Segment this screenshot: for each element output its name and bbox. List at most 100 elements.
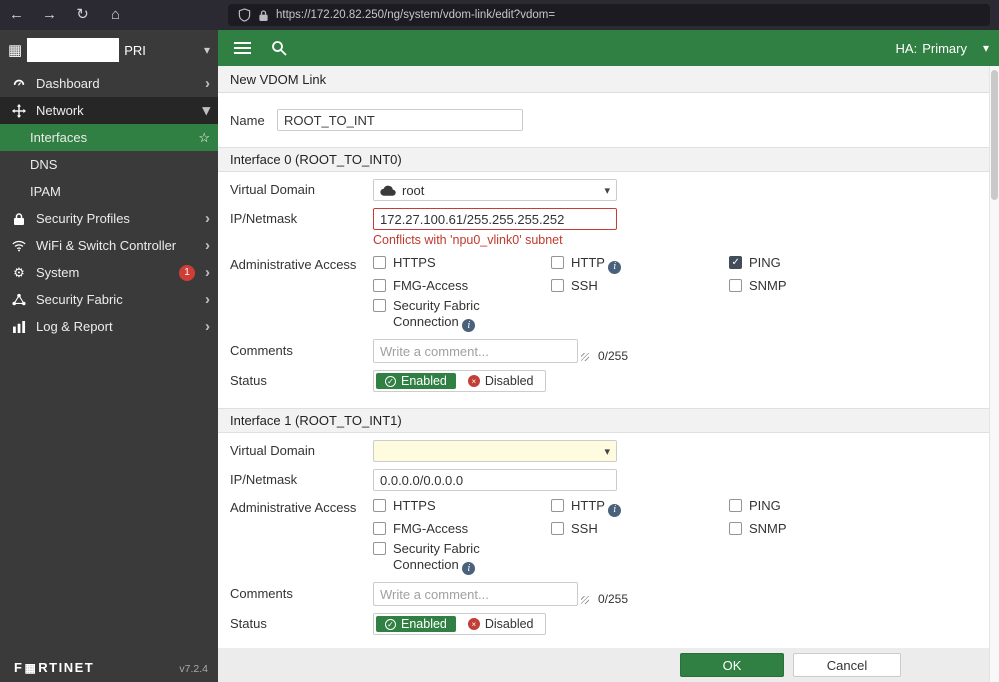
https-checkbox[interactable]	[373, 256, 386, 269]
chevron-right-icon: ›	[205, 210, 210, 227]
home-icon[interactable]: ⌂	[99, 0, 132, 30]
comments-row-1: Comments 0/255	[230, 582, 989, 606]
main-content: New VDOM Link Name Interface 0 (ROOT_TO_…	[218, 66, 989, 682]
fmg-checkbox[interactable]	[373, 278, 386, 292]
fortinet-grid-icon: ▦	[8, 42, 23, 59]
http-checkbox[interactable]	[551, 256, 564, 269]
checkbox-label: FMG-Access	[393, 277, 469, 293]
checkbox-item-fmg[interactable]: FMG-Access	[373, 278, 551, 294]
cancel-button[interactable]: Cancel	[793, 653, 901, 677]
sidebar-item-security-profiles[interactable]: Security Profiles ›	[0, 205, 218, 232]
checkbox-item-ssh[interactable]: SSH	[551, 278, 729, 294]
snmp-checkbox[interactable]	[729, 521, 742, 535]
name-input[interactable]	[277, 109, 523, 131]
checkbox-item-ping[interactable]: PING	[729, 255, 907, 274]
checkbox-item-fmg[interactable]: FMG-Access	[373, 521, 551, 537]
ha-label: HA:	[895, 40, 918, 56]
resize-handle[interactable]	[581, 353, 589, 361]
fabric-checkbox[interactable]	[373, 541, 386, 555]
sidebar-item-label: WiFi & Switch Controller	[36, 238, 177, 253]
info-icon[interactable]: i	[608, 260, 622, 274]
checkbox-item-https[interactable]: HTTPS	[373, 255, 551, 274]
checkbox-label: SSH	[571, 277, 598, 293]
sidebar-item-ipam[interactable]: IPAM	[0, 178, 218, 205]
admin-access-row-0: Administrative Access HTTPS HTTP i PING …	[230, 255, 989, 332]
version-label: v7.2.4	[179, 663, 208, 675]
checkbox-item-https[interactable]: HTTPS	[373, 498, 551, 517]
comment-counter: 0/255	[598, 349, 629, 363]
checkbox-item-snmp[interactable]: SNMP	[729, 278, 907, 294]
search-icon[interactable]	[271, 40, 287, 56]
status-disabled-button[interactable]: × Disabled	[458, 373, 543, 389]
checkbox-item-ping[interactable]: PING	[729, 498, 907, 517]
virtual-domain-select-1[interactable]: ▾	[373, 440, 617, 462]
checkbox-item-snmp[interactable]: SNMP	[729, 521, 907, 537]
checkbox-label: SNMP	[749, 520, 787, 536]
info-icon[interactable]: i	[608, 503, 622, 517]
https-checkbox[interactable]	[373, 499, 386, 512]
checkbox-item-fabric[interactable]: Security Fabric Connection i	[373, 541, 551, 575]
ssh-checkbox[interactable]	[551, 521, 564, 535]
http-checkbox[interactable]	[551, 499, 564, 512]
refresh-icon[interactable]: ↻	[66, 0, 99, 30]
sidebar: ▦ PRI ▾ Dashboard › Network ▾ Interfaces…	[0, 30, 218, 682]
scrollbar-thumb[interactable]	[991, 70, 998, 200]
sidebar-item-security-fabric[interactable]: Security Fabric ›	[0, 286, 218, 313]
ping-checkbox[interactable]	[729, 499, 742, 512]
lock-icon[interactable]	[258, 9, 269, 22]
sidebar-item-system[interactable]: ⚙ System 1 ›	[0, 259, 218, 286]
menu-icon[interactable]	[234, 39, 251, 57]
name-label: Name	[230, 112, 265, 128]
status-enabled-button[interactable]: ✓ Enabled	[376, 616, 456, 632]
chevron-down-icon: ▾	[202, 102, 210, 119]
sidebar-item-dashboard[interactable]: Dashboard ›	[0, 70, 218, 97]
ok-button[interactable]: OK	[680, 653, 784, 677]
sidebar-item-wifi-switch[interactable]: WiFi & Switch Controller ›	[0, 232, 218, 259]
checkbox-item-http[interactable]: HTTP i	[551, 255, 729, 274]
vdom-link-form: Name Interface 0 (ROOT_TO_INT0) Virtual …	[218, 109, 989, 635]
checkbox-item-ssh[interactable]: SSH	[551, 521, 729, 537]
vdom-row-1: Virtual Domain ▾	[230, 440, 989, 462]
comment-input-0[interactable]	[373, 339, 578, 363]
forward-icon[interactable]: →	[33, 0, 66, 30]
status-label: Status	[230, 616, 267, 631]
sidebar-item-log-report[interactable]: Log & Report ›	[0, 313, 218, 340]
virtual-domain-select-0[interactable]: root ▾	[373, 179, 617, 201]
section-title: Interface 0 (ROOT_TO_INT0)	[230, 152, 402, 167]
info-icon[interactable]: i	[462, 319, 476, 332]
url-bar[interactable]: https://172.20.82.250/ng/system/vdom-lin…	[228, 4, 990, 26]
ip-row-1: IP/Netmask	[230, 469, 989, 491]
network-icon	[10, 103, 28, 118]
device-selector[interactable]: ▦ PRI ▾	[0, 30, 218, 70]
security-fabric-icon	[10, 293, 28, 306]
sidebar-item-label: IPAM	[30, 184, 61, 199]
checkbox-label: SSH	[571, 520, 598, 536]
scrollbar[interactable]	[989, 66, 999, 682]
fabric-checkbox[interactable]	[373, 298, 386, 312]
comment-field-wrap	[373, 339, 589, 363]
vdom-caret-icon[interactable]: ▾	[983, 41, 989, 55]
resize-handle[interactable]	[581, 596, 589, 604]
favorite-star-icon[interactable]: ☆	[198, 130, 210, 146]
back-icon[interactable]: ←	[0, 0, 33, 30]
shield-icon[interactable]	[238, 8, 251, 22]
status-disabled-button[interactable]: × Disabled	[458, 616, 543, 632]
info-icon[interactable]: i	[462, 562, 476, 575]
lock-icon	[10, 212, 28, 226]
comment-input-1[interactable]	[373, 582, 578, 606]
ping-checkbox[interactable]	[729, 256, 742, 269]
sidebar-item-dns[interactable]: DNS	[0, 151, 218, 178]
caret-down-icon: ▾	[604, 445, 610, 458]
fmg-checkbox[interactable]	[373, 521, 386, 535]
ip-netmask-input-0[interactable]	[373, 208, 617, 230]
snmp-checkbox[interactable]	[729, 278, 742, 292]
status-row-1: Status ✓ Enabled × Disabled	[230, 613, 989, 635]
sidebar-item-interfaces[interactable]: Interfaces ☆	[0, 124, 218, 151]
checkbox-item-fabric[interactable]: Security Fabric Connection i	[373, 298, 551, 332]
admin-access-row-1: Administrative Access HTTPS HTTP i PING …	[230, 498, 989, 575]
ssh-checkbox[interactable]	[551, 278, 564, 292]
sidebar-item-network[interactable]: Network ▾	[0, 97, 218, 124]
status-enabled-button[interactable]: ✓ Enabled	[376, 373, 456, 389]
ip-netmask-input-1[interactable]	[373, 469, 617, 491]
checkbox-item-http[interactable]: HTTP i	[551, 498, 729, 517]
